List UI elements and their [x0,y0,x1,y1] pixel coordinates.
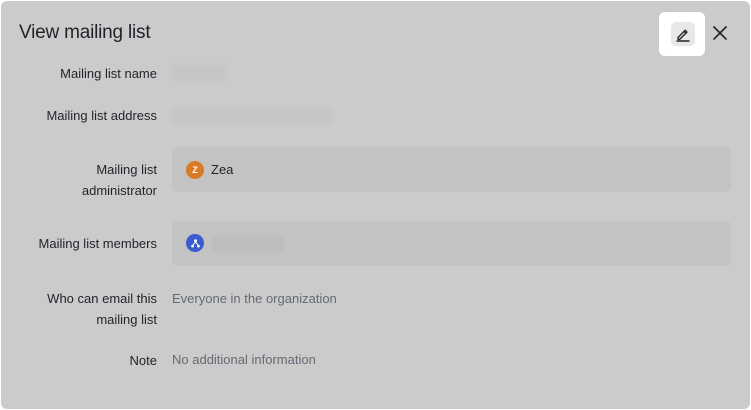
group-icon [190,238,200,247]
administrator-label-line2: administrator [81,183,157,198]
mailing-list-name-label: Mailing list name [60,66,157,81]
note-label: Note [129,353,157,368]
who-can-email-label-line2: mailing list [96,312,157,327]
members-name-blurred [212,237,284,251]
group-avatar [186,234,204,252]
members-field [172,221,731,266]
mailing-list-administrator-label: Mailing list administrator [82,159,157,201]
mailing-list-address-label: Mailing list address [46,108,157,123]
who-can-email-value: Everyone in the organization [172,291,337,306]
note-value: No additional information [172,352,316,367]
mailing-list-members-label: Mailing list members [38,236,157,251]
admin-avatar: Z [186,161,204,179]
admin-name: Zea [211,162,234,177]
mailing-list-name-value [172,65,226,81]
dialog-title: View mailing list [19,22,151,43]
close-button[interactable] [709,22,731,44]
pencil-edit-icon [676,29,690,42]
who-can-email-label-line1: Who can email this [47,291,157,306]
mailing-list-address-value [172,107,332,125]
who-can-email-label: Who can email this mailing list [47,288,157,330]
edit-button[interactable] [671,22,695,46]
view-mailing-list-dialog: View mailing list Mailing list name Mail… [1,1,750,409]
close-icon [713,26,727,40]
administrator-label-line1: Mailing list [96,162,157,177]
administrator-field: Z Zea [172,147,731,192]
